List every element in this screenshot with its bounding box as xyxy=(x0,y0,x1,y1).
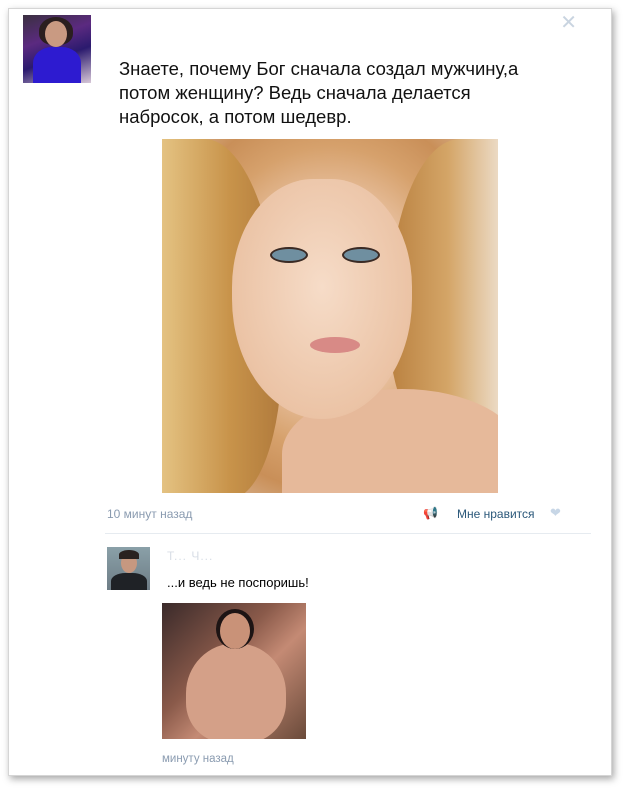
photo-eye-left xyxy=(270,247,308,263)
comment-avatar-suit xyxy=(111,573,147,590)
post-meta-row: 10 минут назад 📢 Мне нравится ❤ xyxy=(107,505,577,523)
photo-eye-right xyxy=(342,247,380,263)
comment-text: ...и ведь не поспоришь! xyxy=(167,575,309,590)
comment-author-avatar[interactable] xyxy=(107,547,150,590)
post-text: Знаете, почему Бог сначала создал мужчин… xyxy=(119,58,519,127)
photo-face xyxy=(232,179,412,419)
comment-time-link[interactable]: минуту назад xyxy=(162,753,234,765)
avatar-body xyxy=(33,47,81,83)
comment-photo-body xyxy=(186,643,286,739)
post-photo[interactable] xyxy=(162,139,498,493)
comment-photo[interactable] xyxy=(162,603,306,739)
comment-photo-head xyxy=(220,613,250,649)
post-time-link[interactable]: 10 минут назад xyxy=(107,507,192,521)
comment-author-name[interactable]: Т... Ч... xyxy=(167,549,213,563)
like-button[interactable]: Мне нравится xyxy=(457,507,535,521)
heart-icon[interactable]: ❤ xyxy=(550,505,561,521)
close-icon[interactable]: ✕ xyxy=(560,13,577,33)
avatar-head xyxy=(45,21,67,47)
post-card: ✕ Знаете, почему Бог сначала создал мужч… xyxy=(8,8,612,776)
photo-lips xyxy=(310,337,360,353)
author-avatar[interactable] xyxy=(23,15,91,83)
comment-avatar-hair xyxy=(119,550,139,559)
megaphone-icon[interactable]: 📢 xyxy=(423,506,438,520)
divider xyxy=(105,533,591,534)
